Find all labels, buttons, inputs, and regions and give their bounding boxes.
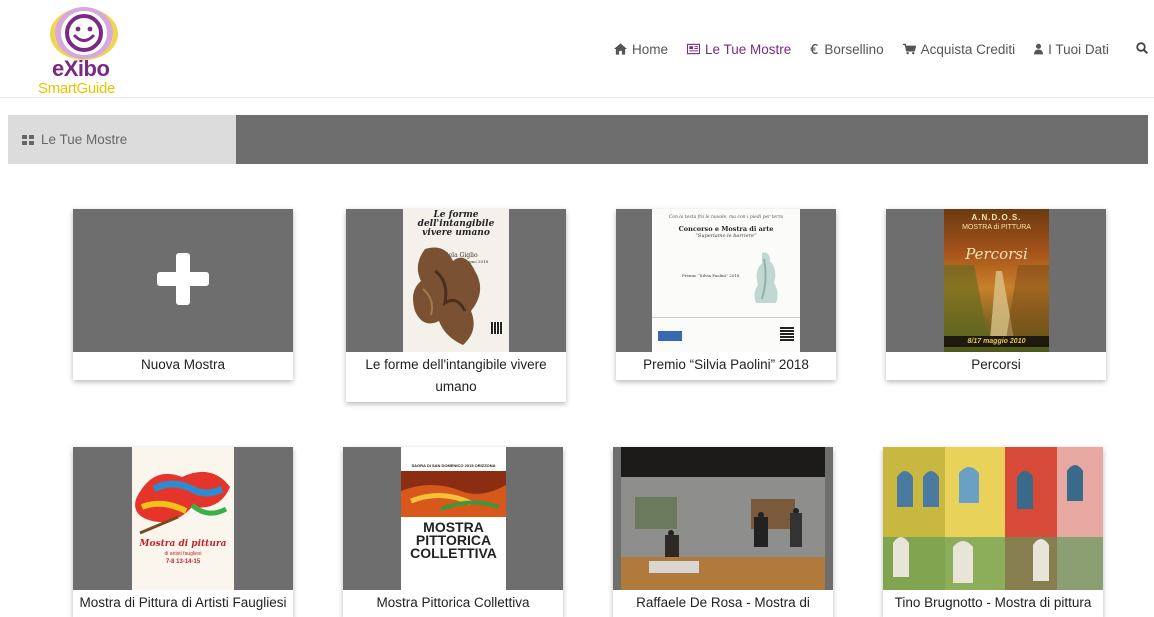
painting-photo bbox=[883, 447, 1103, 590]
euro-icon bbox=[810, 43, 819, 55]
card-thumbnail bbox=[73, 209, 293, 352]
grid-icon bbox=[22, 134, 34, 145]
poster-subtitle: di artisti faugliesi bbox=[164, 551, 202, 557]
venice-painting-illustration bbox=[883, 447, 1103, 590]
poster-title: MOSTRA PITTORICA COLLETTIVA bbox=[410, 519, 497, 561]
breadcrumb[interactable]: Le Tue Mostre bbox=[8, 115, 236, 164]
card-thumbnail bbox=[883, 447, 1103, 590]
card-title: Mostra Pittorica Collettiva bbox=[376, 595, 530, 610]
path-illustration bbox=[944, 265, 1049, 339]
main-nav: Home Le Tue Mostre Borsellino Acquista C… bbox=[614, 40, 1128, 58]
sponsor-logo bbox=[658, 331, 682, 341]
card-title: Percorsi bbox=[971, 357, 1021, 372]
nav-i-tuoi-dati-label: I Tuoi Dati bbox=[1048, 41, 1109, 57]
breadcrumb-label: Le Tue Mostre bbox=[41, 132, 128, 147]
cart-icon bbox=[902, 43, 916, 55]
poster-image: Le forme dell'intangibile vivere umano D… bbox=[403, 209, 509, 352]
nav-home[interactable]: Home bbox=[614, 42, 668, 57]
paint-splash-illustration bbox=[135, 471, 230, 535]
card-thumbnail: Con la testa fra le nuvole, ma con i pie… bbox=[616, 209, 836, 352]
card-title: Raffaele De Rosa - Mostra di pittura bbox=[636, 595, 810, 610]
palette-illustration bbox=[401, 471, 506, 517]
gallery-room-illustration bbox=[621, 447, 825, 590]
poster-image: Con la testa fra le nuvole, ma con i pie… bbox=[652, 209, 800, 352]
poster-title: Le forme dell'intangibile vivere umano bbox=[417, 210, 495, 238]
plus-icon bbox=[157, 253, 209, 305]
card-title: Nuova Mostra bbox=[140, 357, 226, 372]
qr-code bbox=[780, 327, 794, 341]
poster-dates: 8/17 maggio 2010 bbox=[944, 336, 1049, 347]
poster-image: SAGRA DI SAN DOMENICO 2015 ORIZZONA MOST… bbox=[401, 447, 506, 590]
poster-prize: Premio “Silvia Paolini” 2018 bbox=[682, 273, 740, 278]
poster-divider bbox=[652, 317, 800, 318]
poster-image: Mostra di pittura di artisti faugliesi 7… bbox=[132, 447, 234, 590]
exhibition-card[interactable]: Raffaele De Rosa - Mostra di pittura bbox=[613, 447, 833, 617]
statue-illustration bbox=[754, 252, 778, 303]
search-icon[interactable] bbox=[1136, 42, 1148, 54]
card-title: Le forme dell'intangibile vivere umano bbox=[365, 357, 547, 394]
nav-acquista-crediti-label: Acquista Crediti bbox=[920, 41, 1016, 57]
newspaper-icon bbox=[687, 43, 701, 55]
logo-subtitle: SmartGuide bbox=[38, 80, 116, 97]
poster-dates: 7-8 13-14-15 bbox=[165, 559, 201, 565]
poster-title: Concorso e Mostra di arte bbox=[678, 225, 774, 233]
nav-le-tue-mostre-label: Le Tue Mostre bbox=[705, 41, 792, 57]
poster-header: Con la testa fra le nuvole, ma con i pie… bbox=[668, 215, 784, 220]
gallery-photo bbox=[621, 447, 825, 590]
exhibition-card[interactable]: Con la testa fra le nuvole, ma con i pie… bbox=[616, 209, 836, 380]
nav-borsellino[interactable]: Borsellino bbox=[810, 41, 884, 57]
exhibition-card[interactable]: A.N.D.O.S. MOSTRA di PITTURA Percorsi 8/… bbox=[886, 209, 1106, 380]
nav-home-label: Home bbox=[632, 41, 669, 57]
exhibition-card[interactable]: Le forme dell'intangibile vivere umano D… bbox=[346, 209, 566, 402]
card-thumbnail: Mostra di pittura di artisti faugliesi 7… bbox=[73, 447, 293, 590]
exhibition-card[interactable]: SAGRA DI SAN DOMENICO 2015 ORIZZONA MOST… bbox=[343, 447, 563, 617]
card-thumbnail bbox=[613, 447, 833, 590]
poster-script: Percorsi bbox=[965, 245, 1028, 263]
user-icon bbox=[1034, 43, 1044, 55]
nav-acquista-crediti[interactable]: Acquista Crediti bbox=[902, 41, 1016, 57]
nav-i-tuoi-dati[interactable]: I Tuoi Dati bbox=[1034, 42, 1109, 57]
poster-image: A.N.D.O.S. MOSTRA di PITTURA Percorsi 8/… bbox=[944, 209, 1049, 352]
poster-title: Mostra di pittura bbox=[139, 539, 227, 549]
nav-borsellino-label: Borsellino bbox=[824, 41, 884, 57]
card-title: Tino Brugnotto - Mostra di pittura bbox=[894, 595, 1092, 610]
poster-title: MOSTRA di PITTURA bbox=[962, 224, 1031, 231]
poster-header: SAGRA DI SAN DOMENICO 2015 ORIZZONA bbox=[411, 463, 496, 468]
new-exhibition-card[interactable]: Nuova Mostra bbox=[73, 209, 293, 380]
poster-org: A.N.D.O.S. bbox=[971, 213, 1022, 222]
home-icon bbox=[614, 43, 627, 55]
nav-le-tue-mostre[interactable]: Le Tue Mostre bbox=[687, 42, 791, 57]
poster-subtitle: “Superiamo le barriere” bbox=[695, 233, 757, 239]
breadcrumb-bar: Le Tue Mostre bbox=[8, 115, 1148, 164]
exhibition-card[interactable]: Tino Brugnotto - Mostra di pittura bbox=[883, 447, 1103, 617]
exhibition-card[interactable]: Mostra di pittura di artisti faugliesi 7… bbox=[73, 447, 293, 617]
card-title: Mostra di Pittura di Artisti Faugliesi bbox=[79, 595, 287, 610]
card-thumbnail: A.N.D.O.S. MOSTRA di PITTURA Percorsi 8/… bbox=[886, 209, 1106, 352]
card-title: Premio “Silvia Paolini” 2018 bbox=[643, 357, 809, 372]
sculpture-illustration bbox=[413, 247, 481, 345]
card-thumbnail: Le forme dell'intangibile vivere umano D… bbox=[346, 209, 566, 352]
site-header: eXibo SmartGuide Home Le Tue Mostre Bors… bbox=[0, 0, 1154, 98]
card-thumbnail: SAGRA DI SAN DOMENICO 2015 ORIZZONA MOST… bbox=[343, 447, 563, 590]
qr-code bbox=[491, 322, 503, 334]
logo-title: eXibo bbox=[52, 56, 110, 81]
